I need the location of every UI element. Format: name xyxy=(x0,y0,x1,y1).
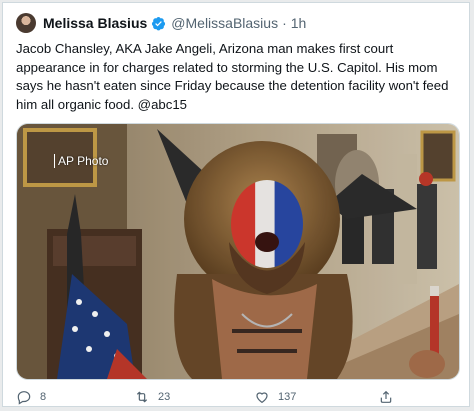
tweet-timestamp[interactable]: 1h xyxy=(291,15,307,31)
share-icon xyxy=(380,390,392,403)
reply-button[interactable]: 8 xyxy=(16,389,46,405)
reply-count: 8 xyxy=(40,391,47,403)
tweet-header: Melissa Blasius @MelissaBlasius · 1h xyxy=(43,13,306,33)
retweet-icon xyxy=(136,391,148,403)
like-button[interactable]: 137 xyxy=(254,389,296,405)
reply-icon xyxy=(17,391,31,405)
photo-credit: AP Photo xyxy=(54,154,108,168)
retweet-button[interactable]: 23 xyxy=(134,389,170,405)
separator-dot: · xyxy=(282,15,287,31)
like-count: 137 xyxy=(278,391,297,403)
avatar[interactable] xyxy=(16,13,36,33)
author-name[interactable]: Melissa Blasius xyxy=(43,15,147,31)
share-button[interactable] xyxy=(378,389,394,405)
retweet-count: 23 xyxy=(158,391,171,403)
verified-badge-icon xyxy=(152,16,166,30)
heart-icon xyxy=(256,392,268,404)
author-handle[interactable]: @MelissaBlasius xyxy=(171,15,278,31)
tweet-text: Jacob Chansley, AKA Jake Angeli, Arizona… xyxy=(16,41,449,112)
tweet-photo[interactable]: AP Photo xyxy=(16,123,460,380)
tweet-card[interactable]: Melissa Blasius @MelissaBlasius · 1h Jac… xyxy=(2,2,470,407)
tweet-actions: 8 23 137 xyxy=(16,389,462,407)
